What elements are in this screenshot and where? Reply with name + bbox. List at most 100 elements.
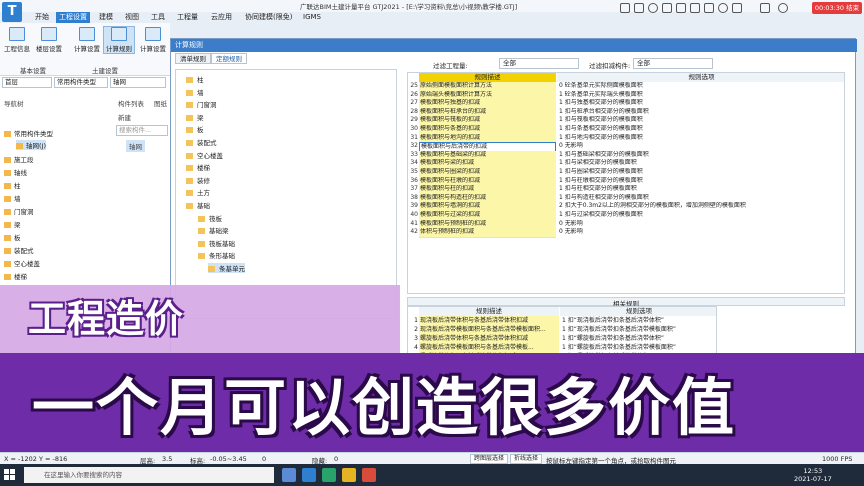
rule-tree-item[interactable]: 楼梯 xyxy=(186,162,210,172)
rule-tree-item[interactable]: 条基单元 xyxy=(208,263,245,273)
drawing-tab[interactable]: 图纸 xyxy=(154,98,167,108)
rule-tree-item[interactable]: 空心楼盖 xyxy=(186,150,223,160)
camera-icon[interactable] xyxy=(778,3,788,13)
rule-row[interactable]: 33 模板面积与基础梁的扣减 1 扣与基础梁相交部分的模板面积 xyxy=(408,150,844,161)
calc-settings-button[interactable]: 计算设置 xyxy=(72,27,102,53)
browser-icon[interactable] xyxy=(322,468,336,482)
circle-icon[interactable] xyxy=(648,3,658,13)
rule-opt-cell[interactable]: 1 扣与条基相交部分的模板面积 xyxy=(557,125,844,134)
calc-settings2-button[interactable]: 计算设置 xyxy=(138,27,168,53)
tab-list-rules[interactable]: 清单规则 xyxy=(175,53,211,64)
floor-select[interactable]: 首层 xyxy=(2,77,52,88)
nav-item-column[interactable]: 柱 xyxy=(4,180,21,190)
nav-item-opening[interactable]: 门窗洞 xyxy=(4,206,34,216)
menu-tools[interactable]: 工具 xyxy=(148,12,168,23)
rule-tree-item[interactable]: 土方 xyxy=(186,187,210,197)
nav-item-prefab[interactable]: 装配式 xyxy=(4,245,34,255)
rule-row[interactable]: 36 模板面积与柱墩的扣减 1 扣与柱墩相交部分的模板面积 xyxy=(408,176,844,187)
rule-tree-item[interactable]: 基础梁 xyxy=(198,225,229,235)
menu-modeling[interactable]: 建模 xyxy=(96,12,116,23)
rule-opt-cell[interactable]: 1 扣与独基相交部分的模板面积 xyxy=(557,99,844,108)
menu-igms[interactable]: IGMS xyxy=(300,12,324,23)
rule-tree-item[interactable]: 筏板 xyxy=(198,213,222,223)
rule-tree-item[interactable]: 墙 xyxy=(186,87,204,97)
rule-row[interactable]: 35 模板面积与圈梁的扣减 1 扣与圈梁相交部分的模板面积 xyxy=(408,168,844,178)
arrow-icon[interactable] xyxy=(662,3,672,13)
rule-opt-cell[interactable]: 2 扣大于0.3m2以上的洞相交部分的模板面积，增加洞侧壁的模板面积 xyxy=(557,202,844,211)
menu-quantity[interactable]: 工程量 xyxy=(174,12,201,23)
related-rule-row[interactable]: 1 现浇板后浇带体积与条基后浇带体积扣减 1 扣“现浇板后浇带扣条基后浇带体积” xyxy=(408,316,716,325)
rule-opt-cell[interactable]: 1 扣与柱墩相交部分的模板面积 xyxy=(557,177,844,186)
component-axis-item[interactable]: 轴网 xyxy=(126,140,145,152)
task-view-icon[interactable] xyxy=(282,468,296,482)
rule-tree-item[interactable]: 装修 xyxy=(186,175,210,185)
recording-timer[interactable]: 00:03:30 结束 xyxy=(812,2,862,14)
project-info-button[interactable]: 工程信息 xyxy=(2,27,32,53)
rule-row[interactable]: 30 模板面积与条基的扣减 1 扣与条基相交部分的模板面积 xyxy=(408,125,844,135)
rule-opt-cell[interactable]: 1 扣与圈梁相交部分的模板面积 xyxy=(557,168,844,177)
windows-start-icon[interactable] xyxy=(4,469,16,481)
component-search-input[interactable]: 搜索构件... xyxy=(116,125,168,136)
taskbar-search-input[interactable]: 在这里输入你要搜索的内容 xyxy=(24,467,274,483)
menu-project-settings[interactable]: 工程设置 xyxy=(56,12,90,23)
tab-quota-rules[interactable]: 定额规则 xyxy=(211,53,247,64)
new-button[interactable]: 新建 xyxy=(118,112,131,122)
app-logo-icon[interactable]: T xyxy=(2,2,22,22)
cross-layer-select-button[interactable]: 跨图层选择 xyxy=(470,454,509,464)
nav-item-common[interactable]: 常用构件类型 xyxy=(4,128,53,138)
rel-col-header-desc[interactable]: 规则描述 xyxy=(419,307,559,316)
folder-app-icon[interactable] xyxy=(342,468,356,482)
rule-opt-cell[interactable]: 0 砼条基单元实际侧面模板面积 xyxy=(557,82,844,91)
rule-row[interactable]: 42 体积与预制桩的扣减 0 无影响 xyxy=(408,228,844,238)
rule-opt-cell[interactable]: 1 砼条基单元实际端头模板面积 xyxy=(557,91,844,100)
rule-row[interactable]: 28 模板面积与桩承台的扣减 1 扣与桩承台相交部分的模板面积 xyxy=(408,107,844,118)
rule-opt-cell[interactable]: 0 无影响 xyxy=(557,220,844,229)
recorder-app-icon[interactable] xyxy=(362,468,376,482)
rel-col-header-option[interactable]: 规则选项 xyxy=(560,307,716,316)
col-header-desc[interactable]: 规则描述 xyxy=(419,73,556,82)
delete-icon[interactable] xyxy=(732,3,742,13)
rule-row[interactable]: 37 模板面积与柱的扣减 1 扣与柱相交部分的模板面积 xyxy=(408,185,844,195)
rule-tree-item[interactable]: 装配式 xyxy=(186,137,217,147)
filter-deduct-select[interactable]: 全部 xyxy=(633,58,713,69)
rule-opt-cell[interactable]: 1 扣与构造柱相交部分的模板面积 xyxy=(557,194,844,203)
component-type-select[interactable]: 常用构件类型 xyxy=(54,77,108,88)
rule-tree-item[interactable]: 柱 xyxy=(186,74,204,84)
rule-row[interactable]: 39 模板面积与墙洞的扣减 2 扣大于0.3m2以上的洞相交部分的模板面积，增加洞侧… xyxy=(408,202,844,212)
rule-row[interactable]: 38 模板面积与构造柱的扣减 1 扣与构造柱相交部分的模板面积 xyxy=(408,193,844,204)
rule-tree-item[interactable]: 门窗洞 xyxy=(186,99,217,109)
rule-opt-cell[interactable]: 1 扣与过梁相交部分的模板面积 xyxy=(557,211,844,220)
rule-opt-cell[interactable]: 0 无影响 xyxy=(557,142,844,151)
pen-icon[interactable] xyxy=(620,3,630,13)
nav-item-stairs[interactable]: 楼梯 xyxy=(4,271,27,281)
rule-opt-cell[interactable]: 0 无影响 xyxy=(557,228,844,237)
rule-opt-cell[interactable]: 1 扣与桩承台相交部分的模板面积 xyxy=(557,108,844,117)
menu-start[interactable]: 开始 xyxy=(32,12,52,23)
nav-item-segment[interactable]: 施工段 xyxy=(4,154,34,164)
menu-view[interactable]: 视图 xyxy=(122,12,142,23)
menu-collab[interactable]: 协同建模(限免) xyxy=(242,12,295,23)
rule-row[interactable]: 25 原始侧面模板面积计算方法 0 砼条基单元实际侧面模板面积 xyxy=(408,82,844,92)
rule-tree-item[interactable]: 基础 xyxy=(186,200,210,210)
nav-item-wall[interactable]: 墙 xyxy=(4,193,21,203)
nav-item-axisline[interactable]: 轴线 xyxy=(4,167,27,177)
rule-opt-cell[interactable]: 1 扣与筏板相交部分的模板面积 xyxy=(557,116,844,125)
rule-row[interactable]: 40 模板面积与过梁的扣减 1 扣与过梁相交部分的模板面积 xyxy=(408,211,844,221)
rule-opt-cell[interactable]: 1 扣与梁相交部分的模板面积 xyxy=(557,159,844,168)
nav-item-hollow[interactable]: 空心楼盖 xyxy=(4,258,40,268)
text-icon[interactable] xyxy=(690,3,700,13)
calc-rules-button[interactable]: 计算规则 xyxy=(103,26,135,54)
rule-opt-cell[interactable]: 1 扣与柱相交部分的模板面积 xyxy=(557,185,844,194)
col-header-option[interactable]: 规则选项 xyxy=(557,73,844,82)
rule-tree-item[interactable]: 筏板基础 xyxy=(198,238,235,248)
related-rule-row[interactable]: 4 螺旋板后浇带模板面积与条基后浇带模板... 1 扣“螺旋板后浇带扣条基后浇带模板… xyxy=(408,343,716,352)
nav-item-axis[interactable]: 轴网(J) xyxy=(16,140,46,150)
nav-item-beam[interactable]: 梁 xyxy=(4,219,21,229)
speaker-icon[interactable] xyxy=(760,3,770,13)
floor-settings-button[interactable]: 楼层设置 xyxy=(34,27,64,53)
menu-cloud[interactable]: 云应用 xyxy=(208,12,235,23)
rect-icon[interactable] xyxy=(634,3,644,13)
rule-row[interactable]: 26 原始端头模板面积计算方法 1 砼条基单元实际端头模板面积 xyxy=(408,90,844,101)
rule-row[interactable]: 41 模板面积与预制桩的扣减 0 无影响 xyxy=(408,219,844,230)
line-icon[interactable] xyxy=(676,3,686,13)
